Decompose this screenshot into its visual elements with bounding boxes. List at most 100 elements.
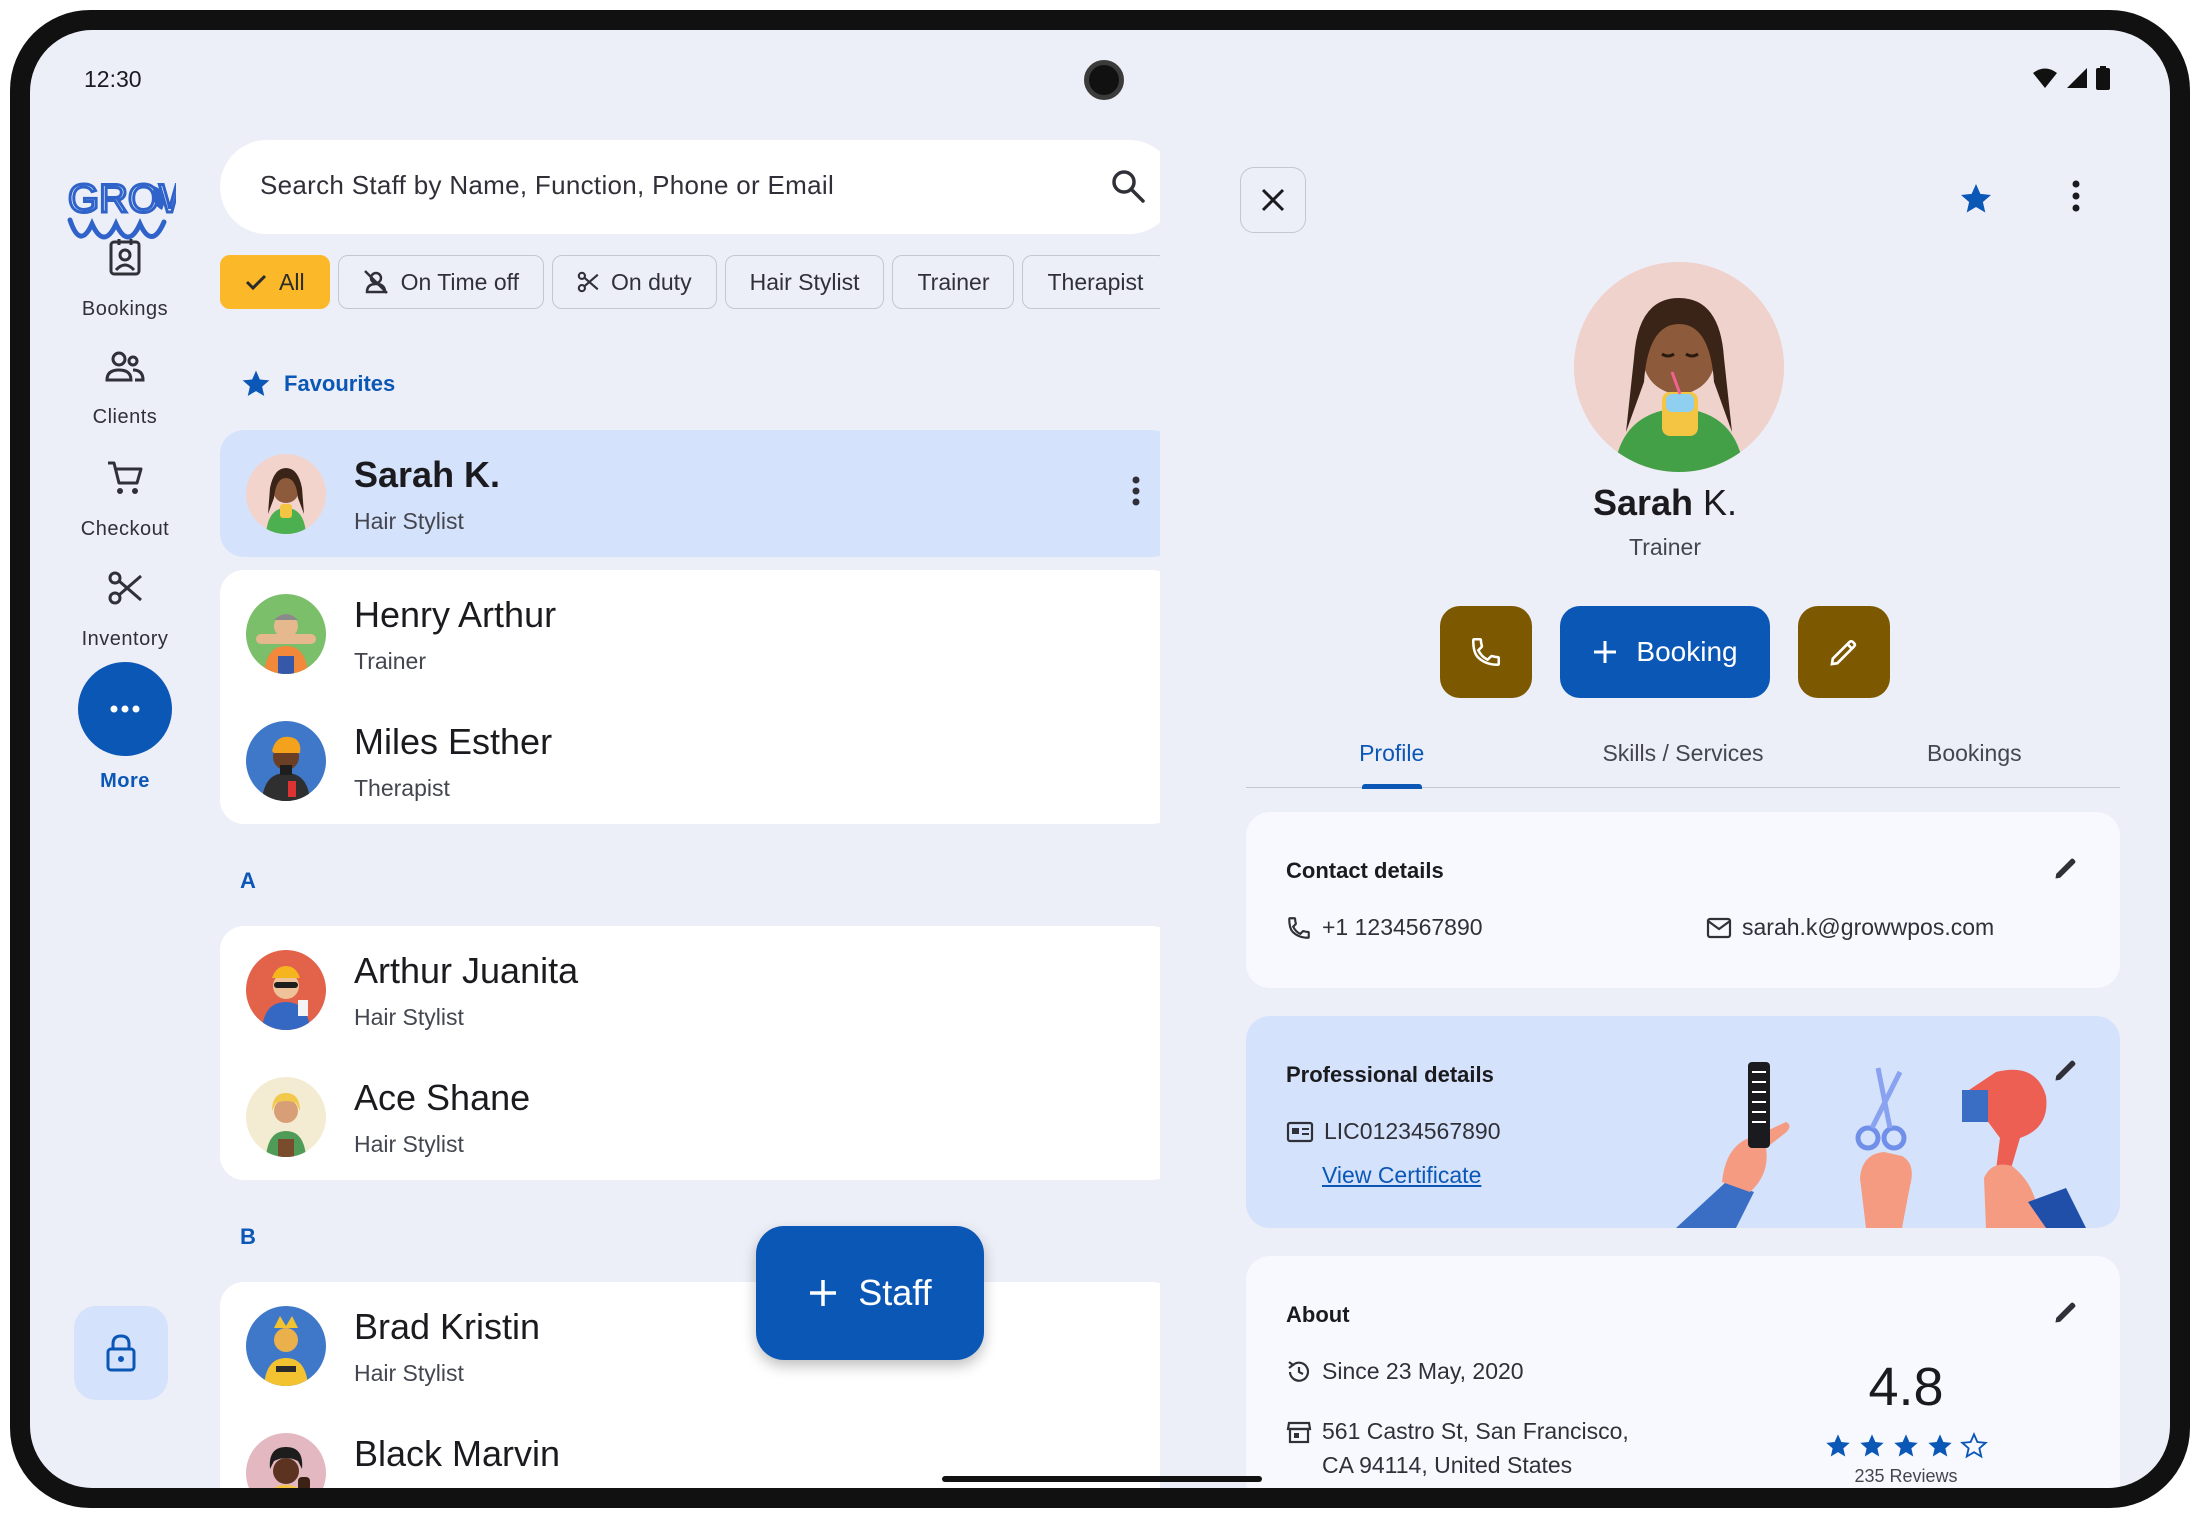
new-booking-button[interactable]: Booking (1560, 606, 1770, 698)
tab-profile[interactable]: Profile (1246, 730, 1537, 789)
list-item[interactable]: Arthur Juanita Hair Stylist (220, 926, 1160, 1053)
star-outline-icon (1960, 1432, 1988, 1459)
chip-on-duty[interactable]: On duty (552, 255, 717, 309)
section-a-label: A (240, 868, 256, 893)
staff-role: Trainer (354, 648, 426, 674)
rail-label-inventory: Inventory (81, 628, 169, 650)
close-button[interactable] (1240, 167, 1306, 233)
contact-phone[interactable]: +1 1234567890 (1286, 914, 1483, 941)
home-indicator[interactable] (942, 1476, 1262, 1482)
star-filled-icon (1860, 1434, 1884, 1457)
chip-trainer-label: Trainer (917, 268, 990, 295)
tab-skills-services[interactable]: Skills / Services (1537, 730, 1828, 787)
staff-detail-pane: Sarah K. Trainer Booking Profile Skills … (1210, 110, 2120, 1488)
edit-icon[interactable] (2052, 1298, 2080, 1326)
since-date: Since 23 May, 2020 (1286, 1358, 1524, 1385)
list-item[interactable]: Brad Kristin Hair Stylist (220, 1282, 1160, 1409)
staff-name: Sarah K. (354, 454, 501, 495)
section-favourites-label: Favourites (284, 371, 396, 396)
staff-name: Ace Shane (354, 1077, 531, 1118)
star-icon (242, 370, 270, 396)
staff-name: Black Marvin (354, 1433, 561, 1474)
section-a: A (240, 868, 256, 894)
staff-name: Arthur Juanita (354, 950, 579, 991)
chip-all-label: All (279, 268, 305, 295)
list-item[interactable]: Sarah K. Hair Stylist (220, 430, 1160, 557)
rating-summary: 4.8 235 Reviews (1806, 1356, 2006, 1487)
more-horiz-icon (110, 705, 140, 713)
more-vert-icon[interactable] (2072, 180, 2080, 212)
add-staff-label: Staff (858, 1272, 932, 1313)
chip-therapist[interactable]: Therapist (1022, 255, 1160, 309)
avatar (246, 1433, 326, 1488)
chip-hair-stylist[interactable]: Hair Stylist (724, 255, 885, 309)
view-certificate-link[interactable]: View Certificate (1322, 1162, 1481, 1189)
check-icon (245, 274, 267, 291)
contact-email[interactable]: sarah.k@growwpos.com (1706, 914, 1994, 941)
call-button[interactable] (1440, 606, 1533, 698)
plus-icon (1594, 641, 1617, 663)
staff-role: Hair Stylist (354, 508, 464, 534)
contact-phone-text: +1 1234567890 (1322, 914, 1483, 940)
profile-first-name: Sarah (1592, 482, 1694, 523)
license-number-text: LIC01234567890 (1324, 1118, 1501, 1144)
staff-card-favourites: Henry Arthur Trainer Miles Esther Therap… (220, 570, 1160, 824)
contact-details-card: Contact details +1 1234567890 sarah.k@gr… (1246, 812, 2120, 988)
professional-details-card: Professional details LIC01234567890 View… (1246, 1016, 2120, 1228)
more-button[interactable] (78, 662, 172, 756)
lock-button[interactable] (74, 1306, 168, 1400)
status-time: 12:30 (84, 66, 142, 92)
rail-item-bookings[interactable]: Bookings (30, 238, 220, 321)
staff-list-pane: Search Staff by Name, Function, Phone or… (200, 110, 1160, 1488)
profile-actions: Booking (1210, 606, 2120, 698)
section-b: B (240, 1224, 256, 1250)
chip-on-time-off[interactable]: On Time off (337, 255, 545, 309)
people-icon (105, 351, 145, 382)
staff-role: Hair Stylist (354, 1004, 464, 1030)
device-frame: 12:30 GROWW Bookings Clients Checkout (10, 10, 2190, 1508)
add-staff-fab[interactable]: Staff (756, 1226, 984, 1360)
address-line-2: CA 94114, United States (1322, 1452, 1572, 1479)
signal-icon (2067, 68, 2087, 88)
contact-details-title: Contact details (1286, 858, 1444, 883)
search-icon[interactable] (1110, 168, 1146, 204)
rail-item-clients[interactable]: Clients (30, 350, 220, 429)
rail-label-more: More (100, 770, 150, 792)
salon-tools-illustration (1676, 1062, 2086, 1228)
scissors-icon (108, 571, 142, 605)
staff-card-favourite-selected[interactable]: Sarah K. Hair Stylist (220, 430, 1160, 557)
list-item[interactable]: Henry Arthur Trainer (220, 570, 1160, 697)
favourite-star-icon[interactable] (1958, 181, 1994, 217)
star-filled-icon (1928, 1434, 1952, 1457)
list-item[interactable]: Miles Esther Therapist (220, 697, 1160, 824)
battery-icon (2096, 66, 2110, 90)
rail-item-inventory[interactable]: Inventory (30, 570, 220, 651)
rail-item-checkout[interactable]: Checkout (30, 460, 220, 541)
chip-all[interactable]: All (220, 255, 330, 309)
profile-tabs: Profile Skills / Services Bookings (1246, 730, 2120, 789)
tab-bookings[interactable]: Bookings (1829, 730, 2120, 787)
status-bar: 12:30 (30, 30, 2170, 110)
store-icon (1286, 1421, 1312, 1443)
calendar-person-icon (109, 239, 141, 276)
list-item[interactable]: Ace Shane Hair Stylist (220, 1053, 1160, 1180)
search-input[interactable]: Search Staff by Name, Function, Phone or… (260, 170, 834, 201)
staff-name: Brad Kristin (354, 1306, 541, 1347)
more-vert-icon[interactable] (1132, 476, 1140, 506)
staff-card-section-a: Arthur Juanita Hair Stylist Ace Shane Ha… (220, 926, 1160, 1180)
close-icon (1261, 188, 1285, 212)
contact-email-text: sarah.k@growwpos.com (1742, 914, 1995, 940)
pencil-icon (1830, 639, 1856, 666)
edit-profile-button[interactable] (1797, 606, 1890, 698)
rail-label-clients: Clients (92, 406, 158, 428)
wifi-icon (2033, 68, 2057, 88)
phone-icon (1288, 916, 1310, 939)
rail-item-more[interactable]: More (30, 662, 220, 793)
search-bar[interactable]: Search Staff by Name, Function, Phone or… (220, 140, 1160, 234)
address-line-1-text: 561 Castro St, San Francisco, (1322, 1418, 1629, 1444)
chip-trainer[interactable]: Trainer (892, 255, 1015, 309)
id-card-icon (1286, 1121, 1314, 1142)
edit-icon[interactable] (2052, 854, 2080, 882)
since-date-text: Since 23 May, 2020 (1322, 1358, 1524, 1384)
staff-role: Hair Stylist (354, 1487, 464, 1488)
